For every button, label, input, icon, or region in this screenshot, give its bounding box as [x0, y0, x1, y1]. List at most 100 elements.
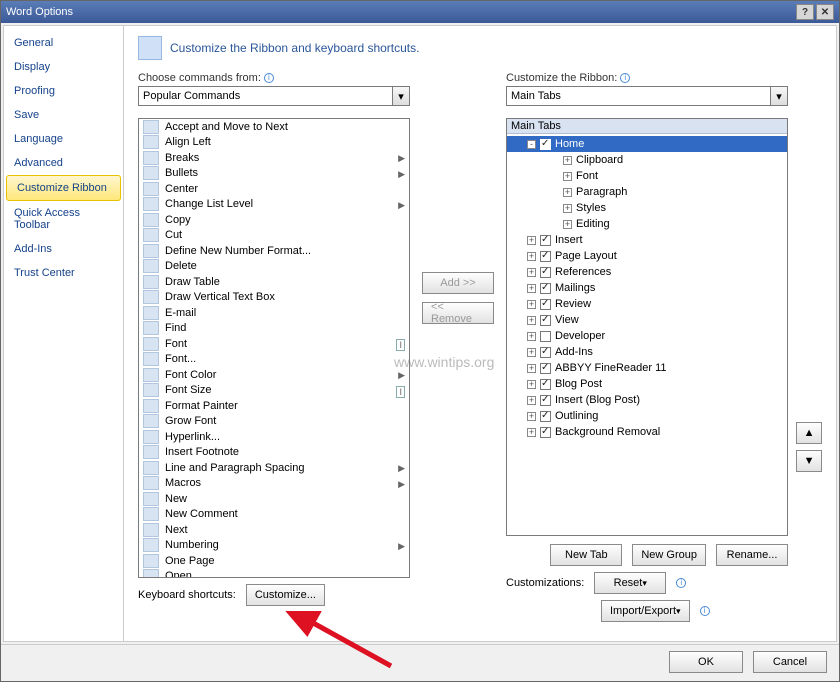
command-item[interactable]: E-mail [139, 305, 409, 321]
move-up-button[interactable]: ▲ [796, 422, 822, 444]
expand-icon[interactable]: + [527, 396, 536, 405]
sidebar-item-quick-access-toolbar[interactable]: Quick Access Toolbar [4, 201, 123, 237]
cancel-button[interactable]: Cancel [753, 651, 827, 673]
command-item[interactable]: Draw Table [139, 274, 409, 290]
command-item[interactable]: Font SizeI [139, 383, 409, 399]
tree-checkbox[interactable] [540, 139, 551, 150]
tree-checkbox[interactable] [540, 251, 551, 262]
commands-listbox[interactable]: Accept and Move to NextAlign LeftBreaks▶… [138, 118, 410, 578]
tree-checkbox[interactable] [540, 411, 551, 422]
move-down-button[interactable]: ▼ [796, 450, 822, 472]
sidebar-item-advanced[interactable]: Advanced [4, 151, 123, 175]
expand-icon[interactable]: + [527, 300, 536, 309]
tree-checkbox[interactable] [540, 267, 551, 278]
tree-checkbox[interactable] [540, 363, 551, 374]
command-item[interactable]: Grow Font [139, 414, 409, 430]
close-button[interactable]: ✕ [816, 4, 834, 20]
sidebar-item-display[interactable]: Display [4, 55, 123, 79]
info-icon[interactable]: i [700, 606, 710, 616]
help-button[interactable]: ? [796, 4, 814, 20]
tree-checkbox[interactable] [540, 283, 551, 294]
command-item[interactable]: Font Color▶ [139, 367, 409, 383]
tree-row[interactable]: +Insert (Blog Post) [507, 392, 787, 408]
command-item[interactable]: Macros▶ [139, 476, 409, 492]
expand-icon[interactable]: + [563, 156, 572, 165]
tree-row[interactable]: +Insert [507, 232, 787, 248]
expand-icon[interactable]: + [527, 428, 536, 437]
tree-row[interactable]: +Outlining [507, 408, 787, 424]
command-item[interactable]: FontI [139, 336, 409, 352]
expand-icon[interactable]: + [527, 252, 536, 261]
command-item[interactable]: Copy [139, 212, 409, 228]
add-button[interactable]: Add >> [422, 272, 494, 294]
choose-commands-value[interactable] [138, 86, 392, 106]
tree-checkbox[interactable] [540, 331, 551, 342]
customize-ribbon-combo[interactable]: ▾ [506, 86, 788, 106]
tree-checkbox[interactable] [540, 427, 551, 438]
expand-icon[interactable]: + [563, 188, 572, 197]
tree-checkbox[interactable] [540, 235, 551, 246]
command-item[interactable]: New [139, 491, 409, 507]
sidebar-item-language[interactable]: Language [4, 127, 123, 151]
expand-icon[interactable]: + [527, 268, 536, 277]
command-item[interactable]: Define New Number Format... [139, 243, 409, 259]
info-icon[interactable]: i [620, 73, 630, 83]
tree-row[interactable]: +View [507, 312, 787, 328]
command-item[interactable]: One Page [139, 553, 409, 569]
command-item[interactable]: Numbering▶ [139, 538, 409, 554]
tree-row[interactable]: +Mailings [507, 280, 787, 296]
command-item[interactable]: Font... [139, 352, 409, 368]
expand-icon[interactable]: + [527, 332, 536, 341]
sidebar-item-general[interactable]: General [4, 31, 123, 55]
tree-row[interactable]: +Background Removal [507, 424, 787, 440]
tree-row[interactable]: +ABBYY FineReader 11 [507, 360, 787, 376]
tree-row[interactable]: +References [507, 264, 787, 280]
expand-icon[interactable]: + [527, 348, 536, 357]
expand-icon[interactable]: + [563, 204, 572, 213]
tree-checkbox[interactable] [540, 315, 551, 326]
tree-row[interactable]: +Editing [507, 216, 787, 232]
tree-row[interactable]: +Font [507, 168, 787, 184]
expand-icon[interactable]: + [563, 172, 572, 181]
tree-row[interactable]: +Blog Post [507, 376, 787, 392]
sidebar-item-proofing[interactable]: Proofing [4, 79, 123, 103]
command-item[interactable]: Format Painter [139, 398, 409, 414]
tree-row[interactable]: +Review [507, 296, 787, 312]
command-item[interactable]: Hyperlink... [139, 429, 409, 445]
choose-commands-combo[interactable]: ▾ [138, 86, 410, 106]
remove-button[interactable]: << Remove [422, 302, 494, 324]
expand-icon[interactable]: + [527, 316, 536, 325]
command-item[interactable]: Align Left [139, 135, 409, 151]
sidebar-item-trust-center[interactable]: Trust Center [4, 261, 123, 285]
command-item[interactable]: Insert Footnote [139, 445, 409, 461]
command-item[interactable]: Accept and Move to Next [139, 119, 409, 135]
tree-checkbox[interactable] [540, 299, 551, 310]
tree-row[interactable]: +Developer [507, 328, 787, 344]
command-item[interactable]: Delete [139, 259, 409, 275]
sidebar-item-save[interactable]: Save [4, 103, 123, 127]
tree-checkbox[interactable] [540, 347, 551, 358]
command-item[interactable]: Cut [139, 228, 409, 244]
tree-checkbox[interactable] [540, 395, 551, 406]
command-item[interactable]: Breaks▶ [139, 150, 409, 166]
command-item[interactable]: Open [139, 569, 409, 578]
ok-button[interactable]: OK [669, 651, 743, 673]
new-group-button[interactable]: New Group [632, 544, 706, 566]
tree-row[interactable]: +Styles [507, 200, 787, 216]
rename-button[interactable]: Rename... [716, 544, 788, 566]
customize-ribbon-value[interactable] [506, 86, 770, 106]
ribbon-tree[interactable]: Main Tabs -Home+Clipboard+Font+Paragraph… [506, 118, 788, 536]
command-item[interactable]: Next [139, 522, 409, 538]
tree-checkbox[interactable] [540, 379, 551, 390]
command-item[interactable]: Center [139, 181, 409, 197]
expand-icon[interactable]: + [527, 284, 536, 293]
expand-icon[interactable]: + [527, 412, 536, 421]
sidebar-item-add-ins[interactable]: Add-Ins [4, 237, 123, 261]
chevron-down-icon[interactable]: ▾ [770, 86, 788, 106]
command-item[interactable]: New Comment [139, 507, 409, 523]
chevron-down-icon[interactable]: ▾ [392, 86, 410, 106]
command-item[interactable]: Find [139, 321, 409, 337]
customize-shortcuts-button[interactable]: Customize... [246, 584, 325, 606]
sidebar-item-customize-ribbon[interactable]: Customize Ribbon [6, 175, 121, 201]
expand-icon[interactable]: + [527, 236, 536, 245]
